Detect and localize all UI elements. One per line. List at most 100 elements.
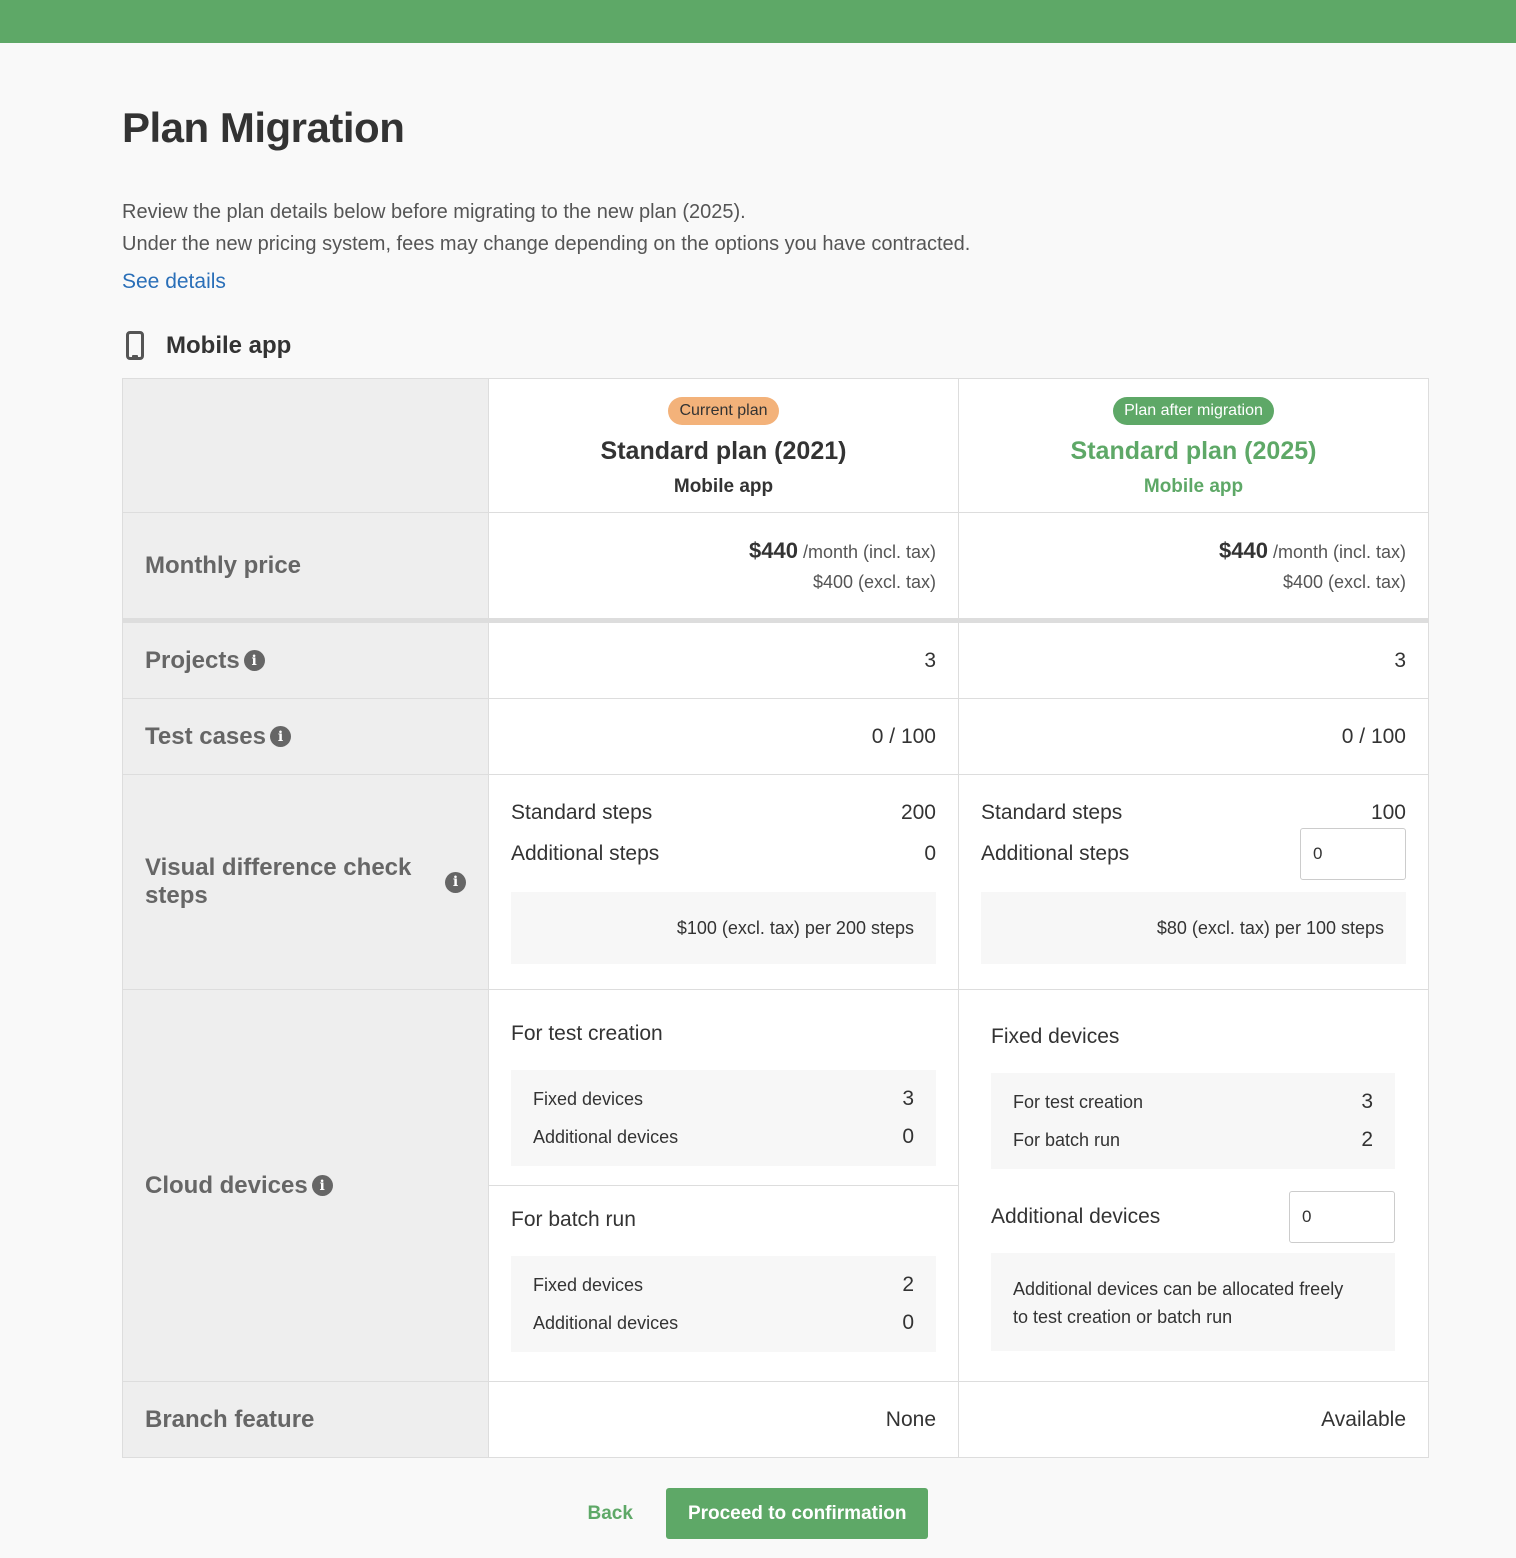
additional-steps-value: 0 xyxy=(924,842,936,865)
new-plan-name: Standard plan (2025) xyxy=(1070,437,1317,465)
tc-additional-devices: Additional devices 0 xyxy=(533,1118,914,1156)
cloud-devices-label: Cloud devices xyxy=(145,1171,308,1199)
new-steps-cell: Standard steps 100 Additional steps $80 … xyxy=(959,775,1428,989)
test-cases-label: Test cases xyxy=(145,722,266,750)
br-additional-devices: Additional devices 0 xyxy=(533,1304,914,1342)
cloud-devices-row: Cloud devices i For test creation Fixed d… xyxy=(123,989,1428,1381)
fixed-devices-label: Fixed devices xyxy=(533,1274,644,1295)
info-icon[interactable]: i xyxy=(269,726,291,747)
test-cases-row: Test cases i 0 / 100 0 / 100 xyxy=(123,698,1428,774)
standard-steps-label: Standard steps xyxy=(511,801,653,824)
new-price-excl: $400 (excl. tax) xyxy=(1282,572,1406,592)
see-details-link[interactable]: See details xyxy=(122,270,226,294)
info-icon[interactable]: i xyxy=(311,1175,333,1196)
fixed-devices-value: 3 xyxy=(902,1087,914,1110)
additional-steps-input[interactable] xyxy=(1300,828,1406,880)
current-additional-steps: Additional steps 0 xyxy=(511,828,936,880)
current-plan-header: Current plan Standard plan (2021) Mobile… xyxy=(489,379,959,512)
visual-diff-label-cell: Visual difference check steps i xyxy=(123,775,489,989)
current-batch-run-block: For batch run Fixed devices 2 Additional… xyxy=(489,1186,958,1352)
batch-run-heading: For batch run xyxy=(511,1208,636,1231)
standard-steps-label: Standard steps xyxy=(981,801,1123,824)
current-plan-name: Standard plan (2021) xyxy=(600,437,847,465)
current-projects: 3 xyxy=(489,623,959,698)
standard-steps-value: 200 xyxy=(900,801,936,824)
fixed-test-creation: For test creation 3 xyxy=(1013,1083,1373,1121)
new-projects: 3 xyxy=(1394,648,1406,672)
section-title: Mobile app xyxy=(166,331,292,359)
for-batch-run-value: 2 xyxy=(1361,1128,1373,1151)
new-price-suffix: /month (incl. tax) xyxy=(1272,542,1406,562)
new-standard-steps: Standard steps 100 xyxy=(981,798,1406,828)
monthly-price-label: Monthly price xyxy=(123,513,489,618)
projects-row: Projects i 3 3 xyxy=(123,618,1428,698)
br-fixed-devices: Fixed devices 2 xyxy=(533,1266,914,1304)
additional-devices-input[interactable] xyxy=(1289,1191,1395,1243)
description-line-1: Review the plan details below before mig… xyxy=(122,201,746,223)
new-price-incl: $440 /month (incl. tax) xyxy=(1219,538,1406,564)
for-batch-run-label: For batch run xyxy=(1013,1129,1121,1150)
current-price-suffix: /month (incl. tax) xyxy=(802,542,936,562)
table-header-row: Current plan Standard plan (2021) Mobile… xyxy=(123,379,1428,512)
test-creation-heading: For test creation xyxy=(511,1022,663,1045)
page-description: Review the plan details below before mig… xyxy=(122,196,970,260)
current-steps-note: $100 (excl. tax) per 200 steps xyxy=(511,892,936,964)
current-branch: None xyxy=(489,1382,959,1457)
current-price-amount: $440 xyxy=(748,538,798,563)
new-plan-sub: Mobile app xyxy=(1143,476,1244,497)
test-creation-box: Fixed devices 3 Additional devices 0 xyxy=(511,1070,936,1166)
back-button[interactable]: Back xyxy=(588,1503,633,1525)
new-additional-steps: Additional steps xyxy=(981,828,1406,880)
additional-devices-label: Additional devices xyxy=(991,1205,1161,1228)
current-plan-sub: Mobile app xyxy=(673,476,774,497)
new-price-amount: $440 xyxy=(1218,538,1268,563)
new-plan-header: Plan after migration Standard plan (2025… xyxy=(959,379,1428,512)
fixed-devices-value: 2 xyxy=(902,1273,914,1296)
additional-devices-value: 0 xyxy=(902,1125,914,1148)
fixed-devices-label: Fixed devices xyxy=(533,1088,644,1109)
note-line-1: Additional devices can be allocated free… xyxy=(1013,1279,1344,1299)
new-test-cases: 0 / 100 xyxy=(1341,724,1406,748)
current-price-excl: $400 (excl. tax) xyxy=(812,572,936,592)
additional-devices-row: Additional devices xyxy=(991,1191,1395,1243)
test-cases-label-cell: Test cases i xyxy=(123,699,489,774)
current-price-incl: $440 /month (incl. tax) xyxy=(749,538,936,564)
note-line-2: to test creation or batch run xyxy=(1013,1307,1233,1327)
current-devices-cell: For test creation Fixed devices 3 Additi… xyxy=(489,990,959,1381)
current-plan-badge: Current plan xyxy=(668,397,779,425)
fixed-devices-heading: Fixed devices xyxy=(991,1025,1120,1048)
new-plan-price: $440 /month (incl. tax) $400 (excl. tax) xyxy=(959,513,1428,618)
phone-icon xyxy=(126,331,144,360)
cloud-devices-label-cell: Cloud devices i xyxy=(123,990,489,1381)
branch-row: Branch feature None Available xyxy=(123,1381,1428,1457)
top-bar xyxy=(0,0,1516,43)
for-test-creation-label: For test creation xyxy=(1013,1091,1144,1112)
visual-diff-row: Visual difference check steps i Standard … xyxy=(123,774,1428,989)
plan-comparison-table: Current plan Standard plan (2021) Mobile… xyxy=(122,378,1429,1458)
fixed-devices-box: For test creation 3 For batch run 2 xyxy=(991,1073,1395,1169)
monthly-price-row: Monthly price $440 /month (incl. tax) $4… xyxy=(123,512,1428,618)
page-title: Plan Migration xyxy=(122,104,405,151)
additional-steps-label: Additional steps xyxy=(511,842,660,865)
current-steps-cell: Standard steps 200 Additional steps 0 $1… xyxy=(489,775,959,989)
current-test-creation-block: For test creation Fixed devices 3 Additi… xyxy=(489,990,958,1186)
proceed-button[interactable]: Proceed to confirmation xyxy=(665,1488,929,1539)
additional-devices-label: Additional devices xyxy=(533,1126,679,1147)
info-icon[interactable]: i xyxy=(445,871,466,893)
projects-label-cell: Projects i xyxy=(123,623,489,698)
footer-actions: Back Proceed to confirmation xyxy=(0,1488,1516,1539)
projects-label: Projects xyxy=(145,646,240,674)
section-header: Mobile app xyxy=(126,331,291,360)
fixed-batch-run: For batch run 2 xyxy=(1013,1121,1373,1159)
batch-run-box: Fixed devices 2 Additional devices 0 xyxy=(511,1256,936,1352)
new-steps-note: $80 (excl. tax) per 100 steps xyxy=(981,892,1406,964)
additional-devices-value: 0 xyxy=(902,1311,914,1334)
description-line-2: Under the new pricing system, fees may c… xyxy=(122,233,971,255)
new-plan-badge: Plan after migration xyxy=(1113,397,1274,425)
current-standard-steps: Standard steps 200 xyxy=(511,798,936,828)
new-branch: Available xyxy=(1321,1407,1406,1431)
standard-steps-value: 100 xyxy=(1370,801,1406,824)
for-test-creation-value: 3 xyxy=(1361,1090,1373,1113)
additional-steps-label: Additional steps xyxy=(981,842,1130,865)
info-icon[interactable]: i xyxy=(243,650,265,671)
